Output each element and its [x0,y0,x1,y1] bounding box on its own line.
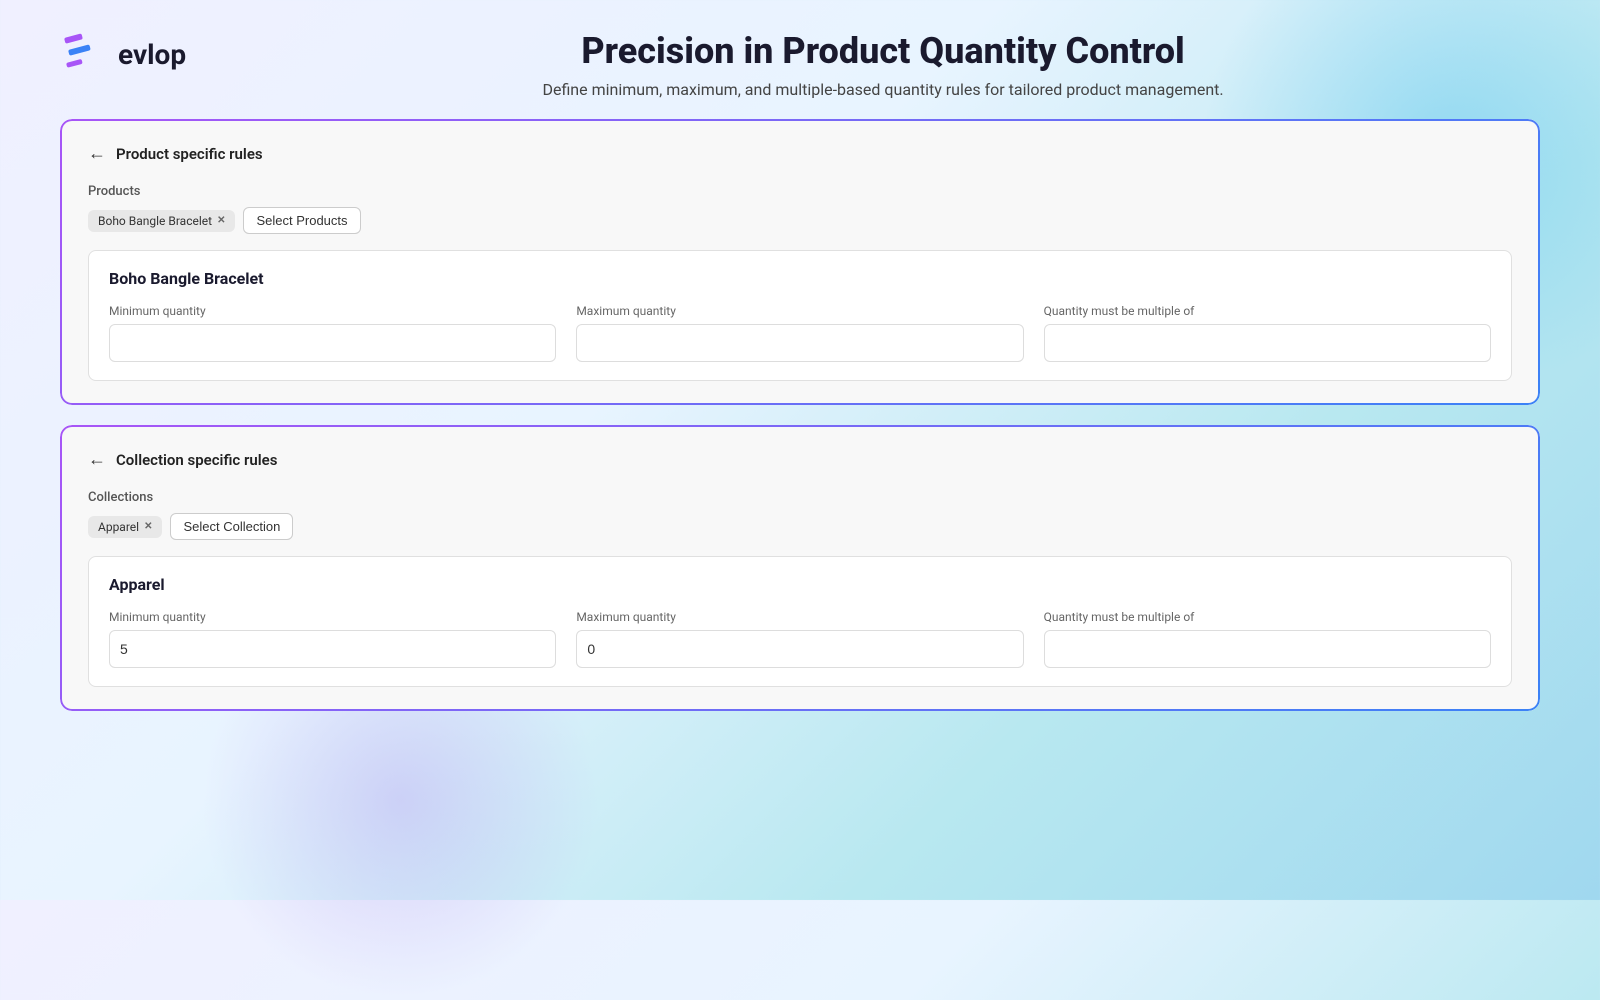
product-tag: Boho Bangle Bracelet ✕ [88,210,235,232]
collection-detail-name: Apparel [109,575,1491,594]
product-max-input[interactable] [576,324,1023,362]
product-card-header: ← Product specific rules [88,143,1512,164]
collection-tag-close[interactable]: ✕ [144,521,152,532]
collection-quantity-fields: Minimum quantity Maximum quantity Quanti… [109,610,1491,668]
collection-max-input[interactable] [576,630,1023,668]
product-card-title: Product specific rules [116,145,263,163]
logo-icon [60,30,108,78]
select-products-button[interactable]: Select Products [243,207,360,234]
product-max-field-group: Maximum quantity [576,304,1023,362]
collection-min-input[interactable] [109,630,556,668]
product-tags-row: Boho Bangle Bracelet ✕ Select Products [88,207,1512,234]
collection-tag: Apparel ✕ [88,516,162,538]
page-header: evlop Precision in Product Quantity Cont… [60,30,1540,99]
select-collection-button[interactable]: Select Collection [170,513,293,540]
product-tag-close[interactable]: ✕ [217,215,225,226]
product-min-input[interactable] [109,324,556,362]
collection-detail-box: Apparel Minimum quantity Maximum quantit… [88,556,1512,687]
collection-rules-card: ← Collection specific rules Collections … [60,425,1540,711]
logo-text: evlop [118,38,186,71]
logo: evlop [60,30,186,78]
collection-min-label: Minimum quantity [109,610,556,624]
collection-multiple-label: Quantity must be multiple of [1044,610,1491,624]
product-tag-label: Boho Bangle Bracelet [98,214,212,228]
product-section-label: Products [88,184,1512,199]
product-multiple-input[interactable] [1044,324,1491,362]
cards-container: ← Product specific rules Products Boho B… [60,119,1540,711]
collection-multiple-field-group: Quantity must be multiple of [1044,610,1491,668]
collection-max-field-group: Maximum quantity [576,610,1023,668]
product-min-label: Minimum quantity [109,304,556,318]
header-content: Precision in Product Quantity Control De… [226,30,1540,99]
product-multiple-field-group: Quantity must be multiple of [1044,304,1491,362]
page-subtitle: Define minimum, maximum, and multiple-ba… [226,80,1540,99]
product-back-arrow[interactable]: ← [88,143,106,164]
collection-min-field-group: Minimum quantity [109,610,556,668]
product-max-label: Maximum quantity [576,304,1023,318]
page-title: Precision in Product Quantity Control [226,30,1540,72]
product-min-field-group: Minimum quantity [109,304,556,362]
product-detail-name: Boho Bangle Bracelet [109,269,1491,288]
collection-card-header: ← Collection specific rules [88,449,1512,470]
collection-card-title: Collection specific rules [116,451,277,469]
collection-tags-row: Apparel ✕ Select Collection [88,513,1512,540]
collection-section-label: Collections [88,490,1512,505]
product-rules-card: ← Product specific rules Products Boho B… [60,119,1540,405]
collection-tag-label: Apparel [98,520,139,534]
product-multiple-label: Quantity must be multiple of [1044,304,1491,318]
collection-max-label: Maximum quantity [576,610,1023,624]
product-detail-box: Boho Bangle Bracelet Minimum quantity Ma… [88,250,1512,381]
product-quantity-fields: Minimum quantity Maximum quantity Quanti… [109,304,1491,362]
collection-back-arrow[interactable]: ← [88,449,106,470]
collection-multiple-input[interactable] [1044,630,1491,668]
